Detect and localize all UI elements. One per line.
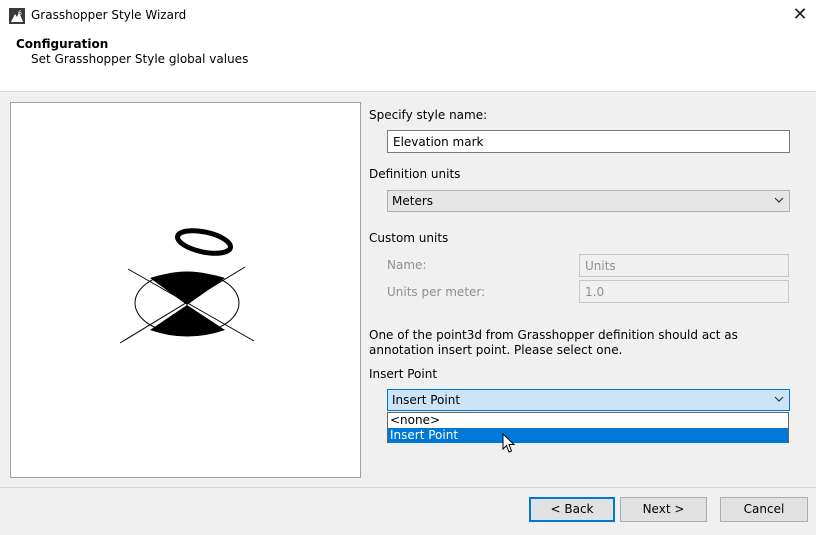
- svg-text:6: 6: [18, 10, 22, 17]
- name-label: Name:: [387, 258, 427, 272]
- mouse-pointer-icon: [502, 433, 516, 453]
- dropdown-option-none[interactable]: <none>: [388, 413, 788, 428]
- definition-units-value: Meters: [392, 194, 434, 208]
- chevron-down-icon: [774, 396, 784, 402]
- insert-point-value: Insert Point: [392, 393, 461, 407]
- style-preview-panel: [10, 102, 361, 478]
- title-bar: 6 Grasshopper Style Wizard ✕: [0, 0, 816, 30]
- insert-point-dropdown-list: <none> Insert Point: [387, 412, 789, 443]
- close-icon[interactable]: ✕: [788, 3, 812, 27]
- units-per-meter-input[interactable]: 1.0: [579, 280, 789, 303]
- back-button[interactable]: < Back: [529, 497, 615, 522]
- insert-point-note: One of the point3d from Grasshopper defi…: [369, 328, 738, 357]
- cancel-button[interactable]: Cancel: [720, 497, 808, 522]
- insert-point-label: Insert Point: [369, 367, 438, 381]
- custom-units-label: Custom units: [369, 231, 449, 245]
- next-button[interactable]: Next >: [620, 497, 707, 522]
- window-title: Grasshopper Style Wizard: [31, 8, 187, 22]
- header-title: Configuration: [16, 37, 109, 51]
- definition-units-select[interactable]: Meters: [387, 190, 790, 212]
- insert-point-select[interactable]: Insert Point: [387, 389, 790, 411]
- units-per-meter-label: Units per meter:: [387, 285, 486, 299]
- wizard-header: Configuration Set Grasshopper Style glob…: [0, 30, 816, 92]
- definition-units-label: Definition units: [369, 167, 461, 181]
- style-name-input[interactable]: Elevation mark: [387, 130, 790, 153]
- footer-separator: [0, 487, 816, 488]
- rhino-icon: 6: [9, 8, 25, 24]
- dropdown-option-insert-point[interactable]: Insert Point: [388, 428, 788, 443]
- custom-unit-name-input[interactable]: Units: [579, 254, 789, 277]
- chevron-down-icon: [774, 197, 784, 203]
- header-subtitle: Set Grasshopper Style global values: [31, 52, 249, 66]
- style-name-label: Specify style name:: [369, 108, 488, 122]
- elevation-mark-preview: [119, 228, 255, 344]
